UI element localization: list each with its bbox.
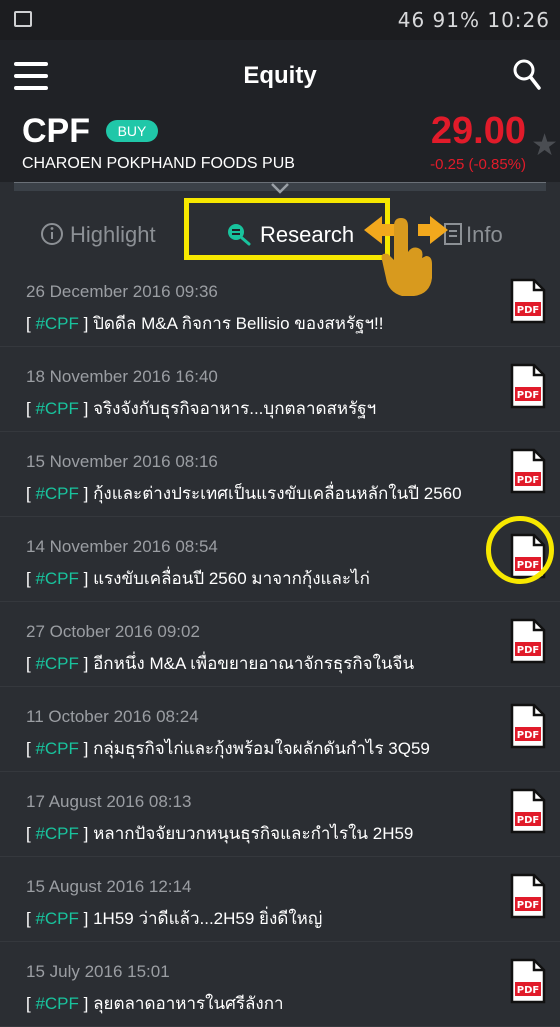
item-title: จริงจังกับธุรกิจอาหาร...บุกตลาดสหรัฐฯ — [93, 399, 377, 418]
item-headline: [ #CPF ] ลุยตลาดอาหารในศรีลังกา — [26, 994, 284, 1013]
item-date: 15 July 2016 15:01 — [26, 962, 170, 981]
research-list: 26 December 2016 09:36 [ #CPF ] ปิดดีล M… — [0, 262, 560, 1027]
item-title: แรงขับเคลื่อนปี 2560 มาจากกุ้งและไก่ — [93, 569, 370, 588]
item-headline: [ #CPF ] 1H59 ว่าดีแล้ว...2H59 ยิ่งดีใหญ… — [26, 909, 323, 928]
highlight-annotation-circle — [486, 516, 554, 584]
company-name: CHAROEN POKPHAND FOODS PUB — [22, 155, 295, 172]
item-tag: #CPF — [35, 739, 79, 758]
item-date: 14 November 2016 08:54 — [26, 537, 218, 556]
pdf-label: PDF — [517, 730, 539, 741]
item-title: 1H59 ว่าดีแล้ว...2H59 ยิ่งดีใหญ่ — [93, 909, 323, 928]
status-bar: 46 91% 10:26 — [0, 0, 560, 40]
item-title: ปิดดีล M&A กิจการ Bellisio ของสหรัฐฯ!! — [93, 314, 384, 333]
item-tag: #CPF — [35, 484, 79, 503]
tab-info-label: Info — [466, 222, 503, 247]
info-circle-icon — [41, 223, 63, 245]
chevron-down-icon[interactable] — [270, 182, 290, 196]
tab-highlight-label: Highlight — [70, 222, 156, 247]
list-item[interactable]: 14 November 2016 08:54 [ #CPF ] แรงขับเค… — [0, 517, 560, 602]
pdf-icon[interactable]: PDF — [510, 788, 546, 834]
pdf-icon[interactable]: PDF — [510, 873, 546, 919]
item-tag: #CPF — [35, 994, 79, 1013]
recommendation-badge: BUY — [106, 120, 158, 142]
list-item[interactable]: 27 October 2016 09:02 [ #CPF ] อีกหนึ่ง … — [0, 602, 560, 687]
item-headline: [ #CPF ] กลุ่มธุรกิจไก่และกุ้งพร้อมใจผลั… — [26, 739, 430, 758]
pdf-icon[interactable]: PDF — [510, 363, 546, 409]
item-headline: [ #CPF ] กุ้งและต่างประเทศเป็นแรงขับเคลื… — [26, 484, 462, 503]
status-info: 46 91% 10:26 — [397, 8, 550, 32]
item-headline: [ #CPF ] จริงจังกับธุรกิจอาหาร...บุกตลาด… — [26, 399, 377, 418]
list-item[interactable]: 18 November 2016 16:40 [ #CPF ] จริงจังก… — [0, 347, 560, 432]
pdf-label: PDF — [517, 900, 539, 911]
item-tag: #CPF — [35, 824, 79, 843]
item-tag: #CPF — [35, 909, 79, 928]
stock-price: 29.00 — [430, 110, 526, 152]
pdf-icon[interactable]: PDF — [510, 448, 546, 494]
stock-ticker: CPF — [22, 112, 90, 150]
pdf-icon[interactable]: PDF — [510, 958, 546, 1004]
list-item[interactable]: 26 December 2016 09:36 [ #CPF ] ปิดดีล M… — [0, 262, 560, 347]
list-item[interactable]: 11 October 2016 08:24 [ #CPF ] กลุ่มธุรก… — [0, 687, 560, 772]
item-date: 17 August 2016 08:13 — [26, 792, 192, 811]
list-item[interactable]: 15 July 2016 15:01 [ #CPF ] ลุยตลาดอาหาร… — [0, 942, 560, 1027]
list-item[interactable]: 15 November 2016 08:16 [ #CPF ] กุ้งและต… — [0, 432, 560, 517]
item-tag: #CPF — [35, 569, 79, 588]
pdf-label: PDF — [517, 390, 539, 401]
item-headline: [ #CPF ] อีกหนึ่ง M&A เพื่อขยายอาณาจักรธ… — [26, 654, 415, 673]
pdf-icon[interactable]: PDF — [510, 618, 546, 664]
item-title: กลุ่มธุรกิจไก่และกุ้งพร้อมใจผลักดันกำไร … — [93, 739, 430, 758]
item-tag: #CPF — [35, 654, 79, 673]
item-headline: [ #CPF ] ปิดดีล M&A กิจการ Bellisio ของส… — [26, 314, 384, 333]
item-tag: #CPF — [35, 399, 79, 418]
pdf-icon[interactable]: PDF — [510, 703, 546, 749]
list-item[interactable]: 17 August 2016 08:13 [ #CPF ] หลากปัจจัย… — [0, 772, 560, 857]
item-date: 27 October 2016 09:02 — [26, 622, 200, 641]
item-date: 26 December 2016 09:36 — [26, 282, 218, 301]
item-headline: [ #CPF ] แรงขับเคลื่อนปี 2560 มาจากกุ้งแ… — [26, 569, 370, 588]
pdf-label: PDF — [517, 985, 539, 996]
item-headline: [ #CPF ] หลากปัจจัยบวกหนุนธุรกิจและกำไรใ… — [26, 824, 414, 843]
tab-highlight[interactable]: Highlight — [40, 222, 156, 248]
item-tag: #CPF — [35, 314, 79, 333]
item-title: ลุยตลาดอาหารในศรีลังกา — [93, 994, 284, 1013]
price-change: -0.25 (-0.85%) — [430, 156, 526, 173]
item-title: อีกหนึ่ง M&A เพื่อขยายอาณาจักรธุรกิจในจี… — [93, 654, 415, 673]
search-icon[interactable] — [512, 58, 542, 92]
pdf-label: PDF — [517, 815, 539, 826]
list-item[interactable]: 15 August 2016 12:14 [ #CPF ] 1H59 ว่าดี… — [0, 857, 560, 942]
item-title: หลากปัจจัยบวกหนุนธุรกิจและกำไรใน 2H59 — [93, 824, 414, 843]
item-date: 18 November 2016 16:40 — [26, 367, 218, 386]
gallery-notification-icon — [14, 11, 32, 27]
item-date: 15 November 2016 08:16 — [26, 452, 218, 471]
item-title: กุ้งและต่างประเทศเป็นแรงขับเคลื่อนหลักใน… — [93, 484, 462, 503]
item-date: 15 August 2016 12:14 — [26, 877, 192, 896]
pdf-label: PDF — [517, 305, 539, 316]
pdf-label: PDF — [517, 475, 539, 486]
pdf-label: PDF — [517, 645, 539, 656]
item-date: 11 October 2016 08:24 — [26, 707, 199, 726]
page-title: Equity — [243, 62, 317, 89]
pdf-icon[interactable]: PDF — [510, 278, 546, 324]
favorite-star-icon[interactable]: ★ — [531, 128, 558, 163]
